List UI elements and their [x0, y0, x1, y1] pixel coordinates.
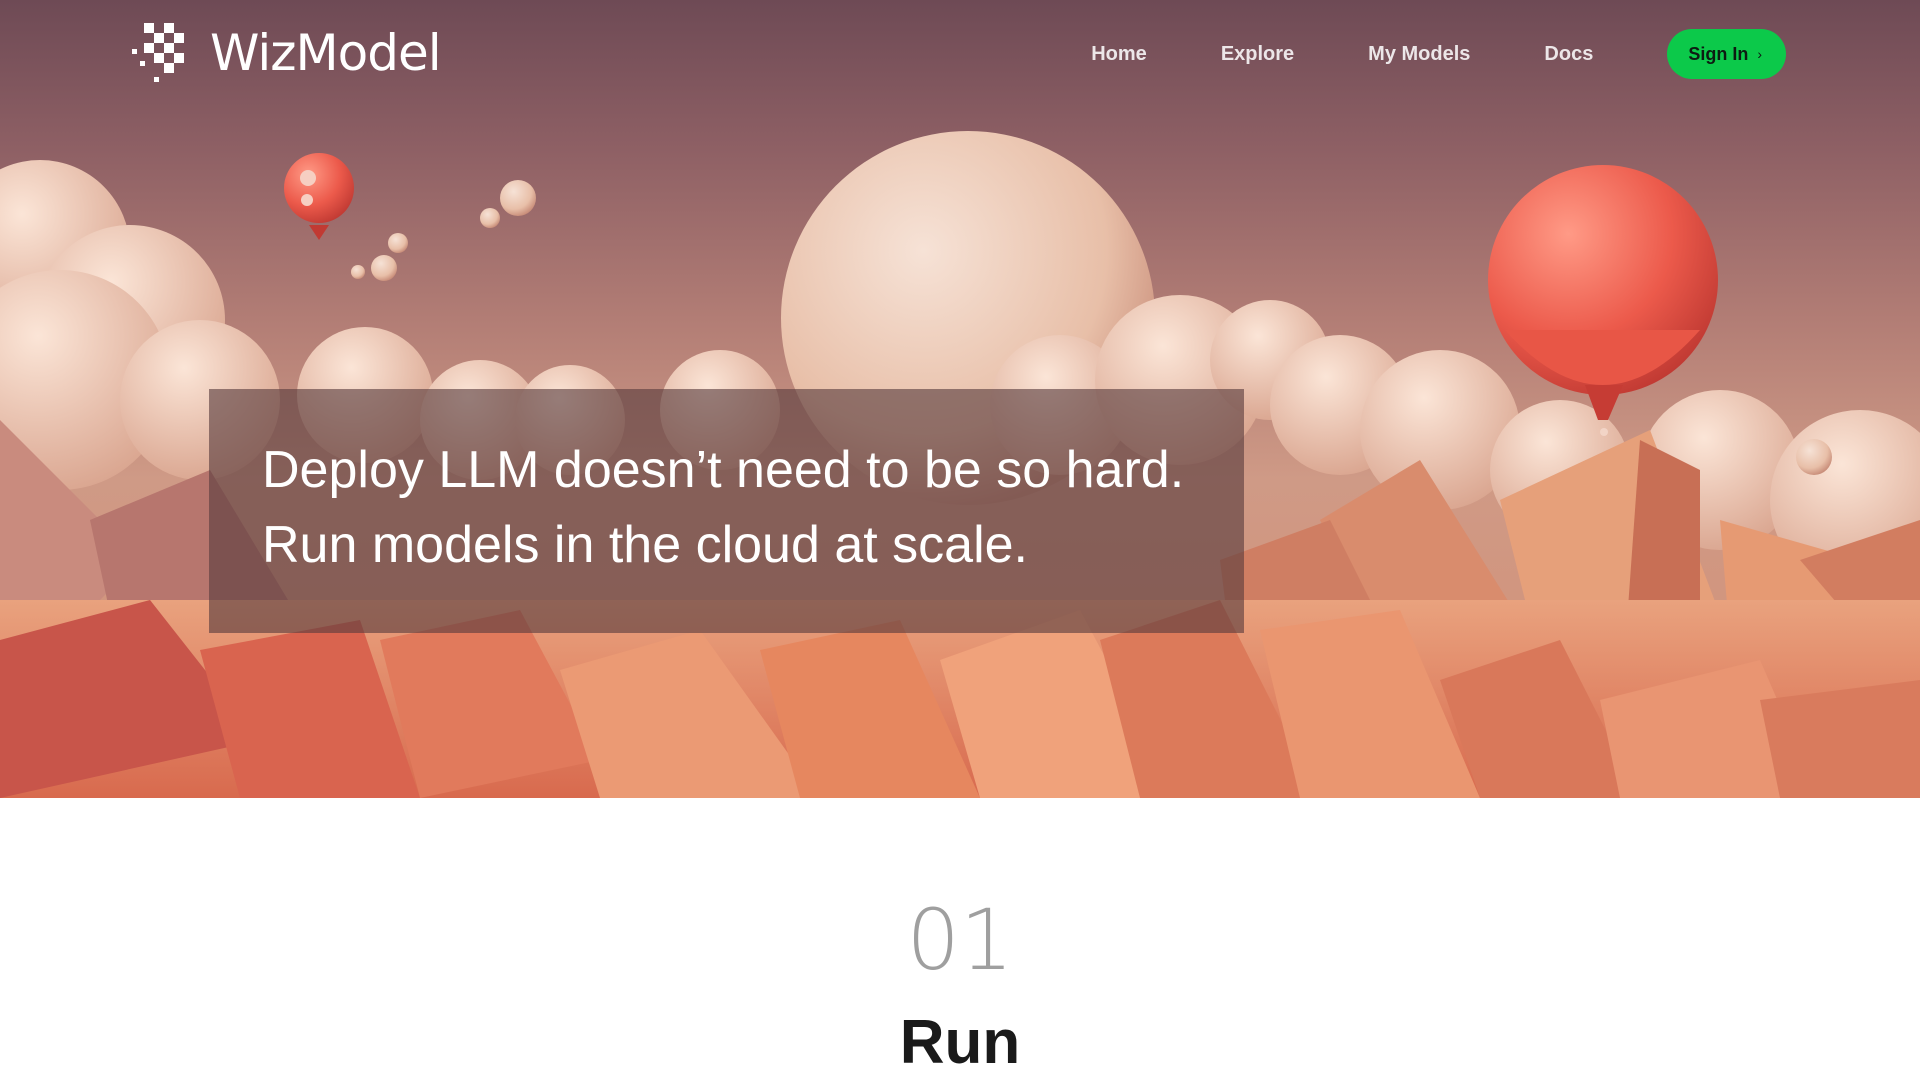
hero-headline-line-2: Run models in the cloud at scale. — [262, 516, 1028, 574]
chevron-right-icon: › — [1757, 46, 1762, 62]
brand-logo[interactable]: WizModel — [130, 18, 442, 88]
brand-name: WizModel — [210, 24, 442, 82]
step-title: Run — [899, 1008, 1021, 1077]
hero-banner: WizModel Home Explore My Models Docs Sig… — [0, 0, 1920, 798]
hero-headline-line-1: Deploy LLM doesn’t need to be so hard. — [262, 441, 1185, 499]
sign-in-button[interactable]: Sign In › — [1667, 29, 1786, 79]
step-number: 01 — [906, 891, 1014, 989]
sign-in-label: Sign In — [1688, 43, 1749, 64]
nav-explore[interactable]: Explore — [1221, 43, 1294, 66]
nav-my-models[interactable]: My Models — [1368, 43, 1470, 66]
feature-section: 01 Run — [0, 798, 1920, 1080]
pixel-logo-icon — [132, 23, 184, 82]
hero-headline-panel: Deploy LLM doesn’t need to be so hard. R… — [209, 389, 1244, 633]
nav-home[interactable]: Home — [1091, 43, 1147, 66]
top-nav: Home Explore My Models Docs Sign In › — [1017, 29, 1920, 79]
nav-docs[interactable]: Docs — [1544, 43, 1593, 66]
